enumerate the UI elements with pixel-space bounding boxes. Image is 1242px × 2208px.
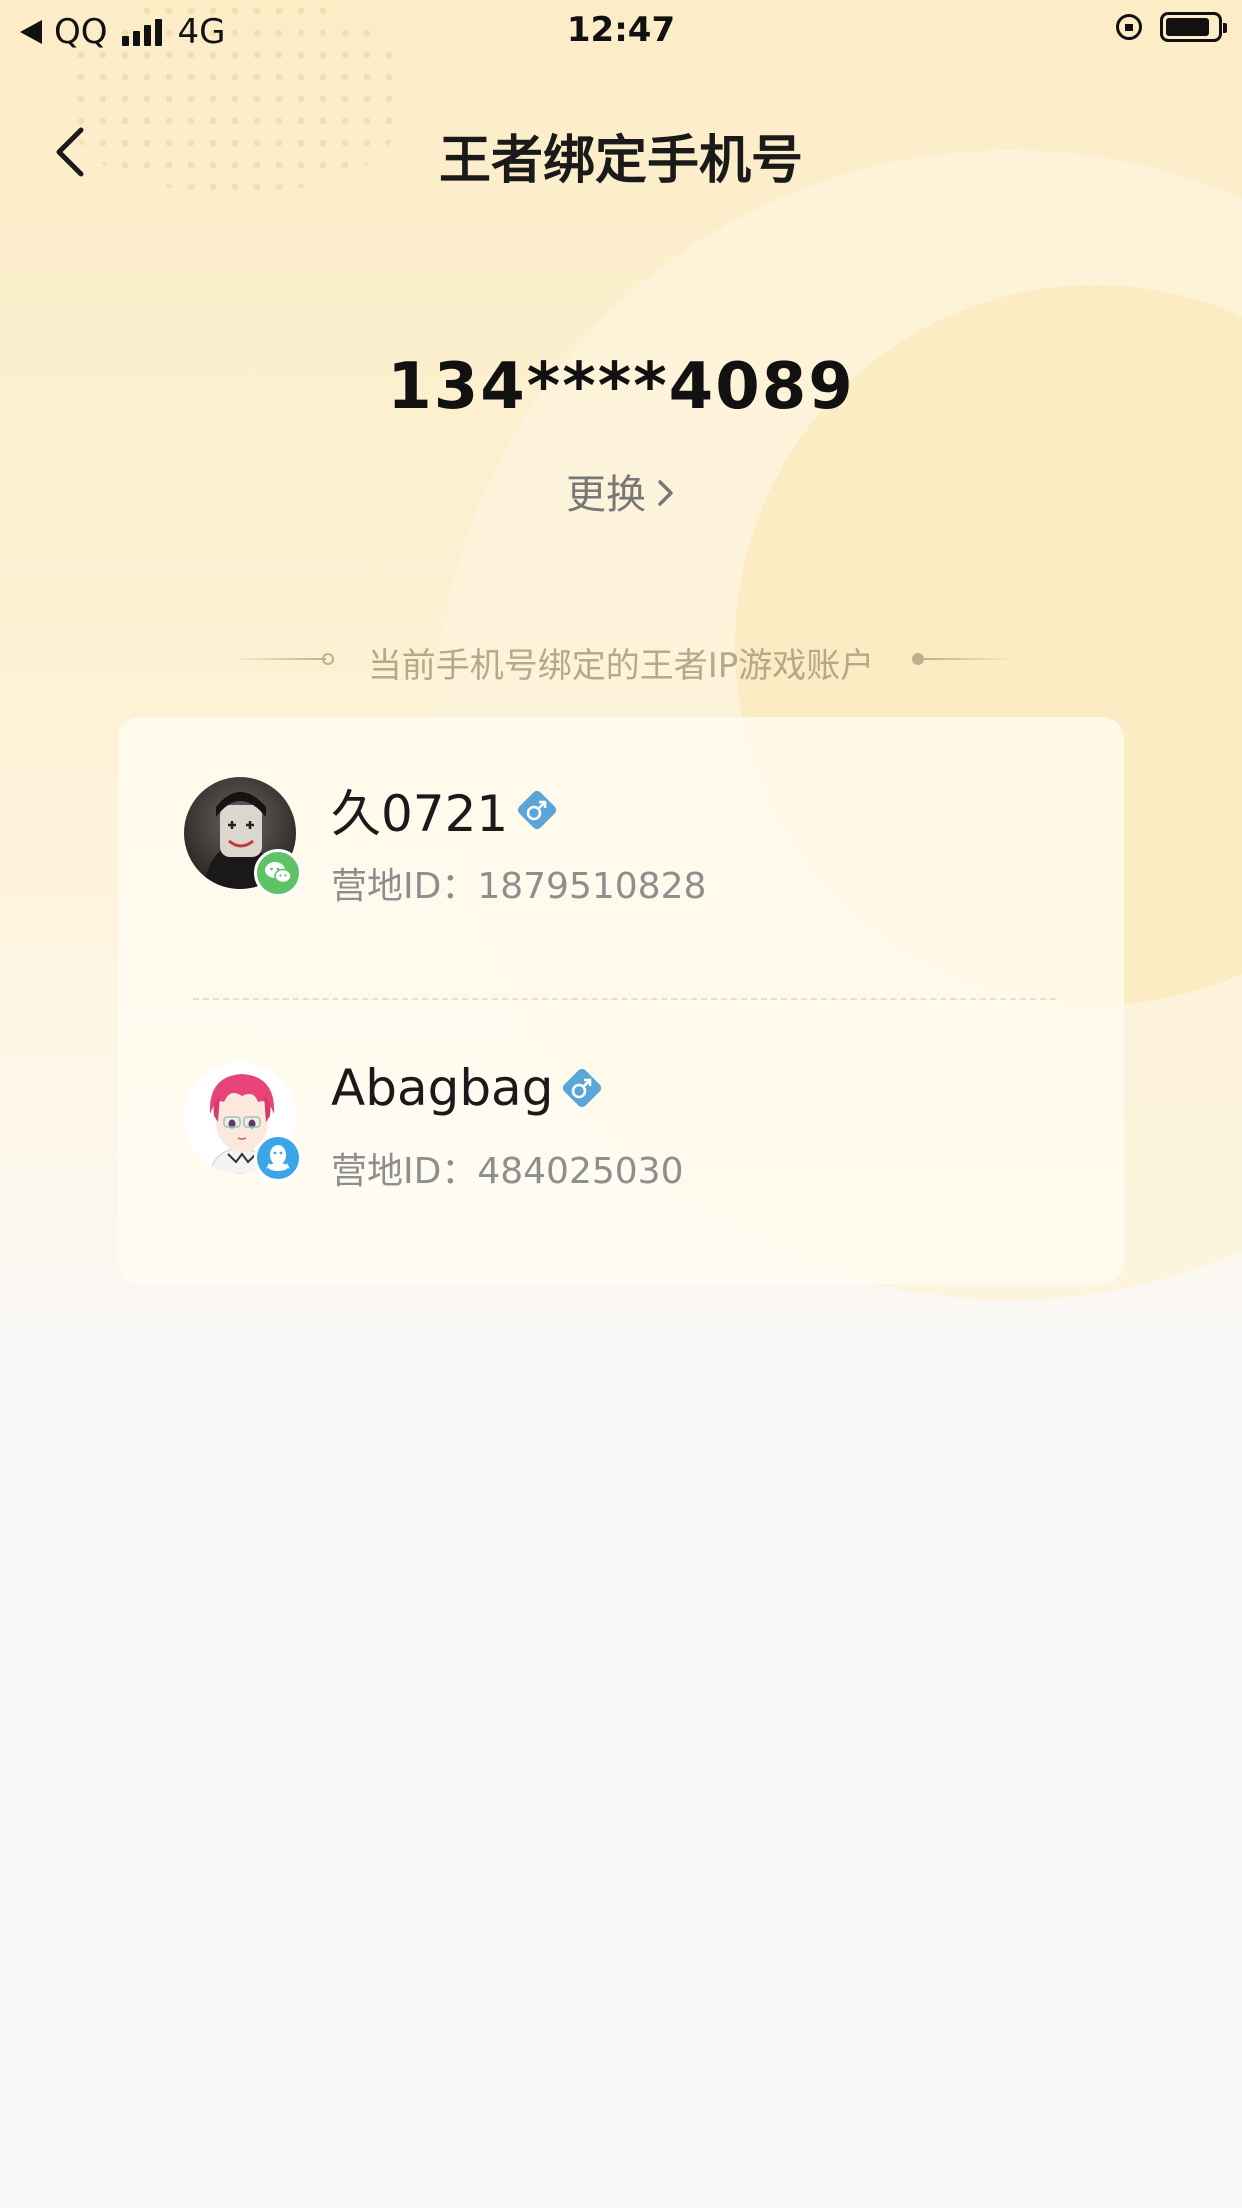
account-id: 营地ID：1879510828 xyxy=(331,857,706,909)
dashed-divider xyxy=(193,998,1056,1000)
account-item[interactable]: Abagbag 营地ID：484025030 xyxy=(118,1059,1124,1262)
change-phone-link[interactable]: 更换 xyxy=(0,462,1242,520)
account-id-label: 营地ID： xyxy=(331,866,478,907)
wechat-icon xyxy=(254,849,302,897)
account-name: Abagbag xyxy=(331,1059,605,1117)
account-id-value: 1879510828 xyxy=(477,866,707,907)
account-name: 久0721 xyxy=(331,774,560,846)
account-id-value: 484025030 xyxy=(477,1151,684,1192)
male-icon xyxy=(559,1065,605,1111)
account-name-text: 久0721 xyxy=(331,785,509,843)
avatar-container xyxy=(184,777,302,897)
status-bar-right xyxy=(1116,12,1227,42)
male-icon xyxy=(514,787,560,833)
accounts-card: 久0721 营地ID：1879510828 Abagbag 营地ID：48402… xyxy=(118,717,1124,1284)
account-item[interactable]: 久0721 营地ID：1879510828 xyxy=(118,777,1124,977)
battery-level xyxy=(1166,18,1209,36)
divider-dot-right xyxy=(912,653,924,665)
navigation-bar: 王者绑定手机号 xyxy=(0,100,1242,200)
section-label: 当前手机号绑定的王者IP游戏账户 xyxy=(367,646,875,686)
orientation-lock-icon xyxy=(1116,14,1142,40)
avatar-container xyxy=(184,1062,302,1182)
bound-phone-number: 134****4089 xyxy=(387,350,855,424)
status-time: 12:47 xyxy=(566,10,676,50)
page-title: 王者绑定手机号 xyxy=(438,131,803,191)
qq-icon xyxy=(254,1134,302,1182)
account-id: 营地ID：484025030 xyxy=(331,1142,683,1194)
account-id-label: 营地ID： xyxy=(331,1151,478,1192)
change-phone-label: 更换 xyxy=(566,472,646,518)
divider-line-right xyxy=(924,658,1014,660)
account-name-text: Abagbag xyxy=(331,1059,554,1117)
chevron-right-icon xyxy=(656,474,676,520)
battery-icon xyxy=(1160,12,1227,42)
section-heading: 当前手机号绑定的王者IP游戏账户 xyxy=(0,638,1242,686)
status-bar: QQ 4G 12:47 xyxy=(0,0,1242,62)
